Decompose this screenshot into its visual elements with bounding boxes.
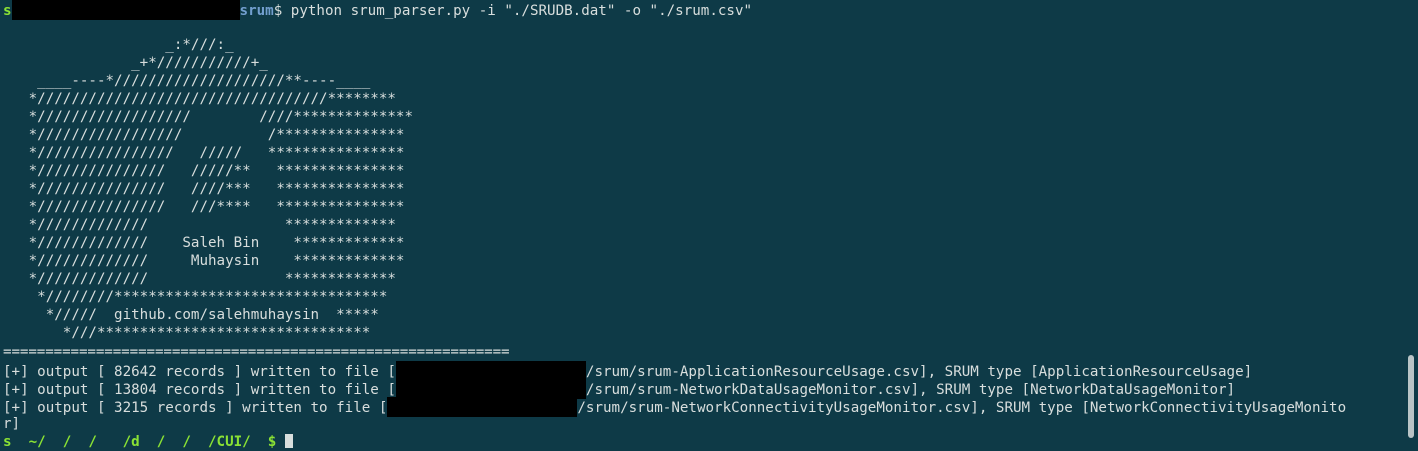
prompt-path: srum [239,3,274,19]
output-prefix: [+] output [ 82642 records ] written to … [3,364,396,380]
output-wrap-line: r] [3,416,21,432]
output-prefix: [+] output [ 3215 records ] written to f… [3,400,388,416]
banner-line: *////////*******************************… [3,289,388,305]
output-suffix: /srum/srum-NetworkDataUsageMonitor.csv],… [585,382,1236,398]
banner-line: _+*///////////+_ [3,55,268,71]
last-prompt-line: s ~/ / / /d / / /CUI/ $ [3,433,293,451]
banner-line: */////////////// /////** *************** [3,163,405,179]
separator-line: ========================================… [3,344,510,360]
output-prefix: [+] output [ 13804 records ] written to … [3,382,396,398]
banner-line: *///******************************** [3,325,371,341]
scrollbar-thumb[interactable] [1408,355,1414,438]
terminal-window[interactable]: s srum$ python srum_parser.py -i "./SRUDB… [0,0,1418,450]
prompt-symbol: $ [273,3,283,19]
banner-line: */////////////// ////*** *************** [3,181,405,197]
redacted-user-host [11,0,240,20]
banner-line: */////////////// ///**** *************** [3,199,405,215]
prompt-user: s [3,3,12,19]
banner-line: *///////////// Saleh Bin ************* [3,235,405,251]
redacted-path [387,397,578,417]
banner-line: *///// github.com/salehmuhaysin ***** [3,307,379,323]
redacted-path [395,379,586,399]
banner-line: *//////////////// ///// **************** [3,145,405,161]
banner-line: *///////////////// /*************** [3,127,405,143]
last-prompt-text: s ~/ / / /d / / /CUI/ $ [3,434,277,450]
output-line: [+] output [ 3215 records ] written to f… [3,397,1347,417]
output-line: [+] output [ 82642 records ] written to … [3,361,1253,381]
banner-line: *///////////// ************* [3,271,396,287]
output-suffix: /srum/srum-ApplicationResourceUsage.csv]… [585,364,1253,380]
banner-line: _:*///:_ [3,37,234,53]
cursor-block [284,434,293,448]
banner-line: *////////////////// ////************** [3,109,413,125]
banner-line: *///////////// ************* [3,217,396,233]
output-line: [+] output [ 13804 records ] written to … [3,379,1236,399]
banner-line: *//////////////////////////////////*****… [3,91,396,107]
redacted-path [395,361,586,381]
output-suffix: /srum/srum-NetworkConnectivityUsageMonit… [577,400,1347,416]
banner-line: ____----*////////////////////**----____ [3,73,371,89]
prompt-command: python srum_parser.py -i "./SRUDB.dat" -… [282,3,753,19]
command-prompt-line: s srum$ python srum_parser.py -i "./SRUDB… [3,0,753,20]
banner-line: *///////////// Muhaysin ************* [3,253,405,269]
